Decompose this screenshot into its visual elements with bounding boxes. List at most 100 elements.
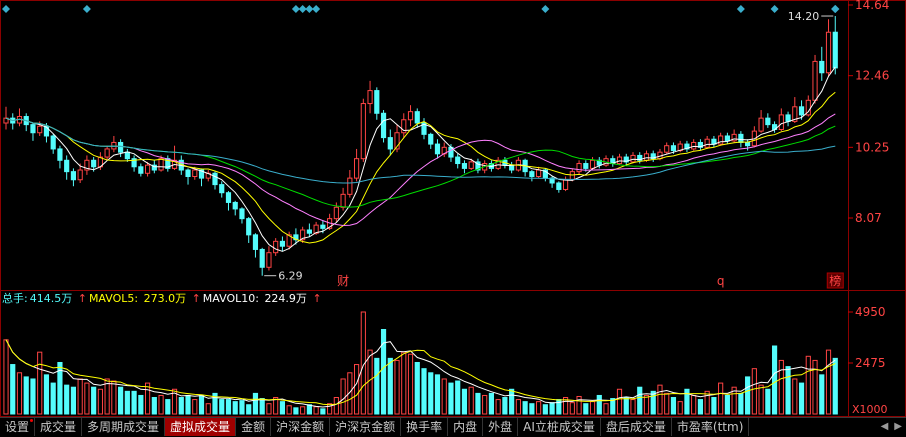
volume-bar bbox=[225, 399, 232, 415]
candle-body bbox=[832, 31, 838, 69]
tab-0[interactable]: 设置 bbox=[0, 418, 36, 436]
candle-body bbox=[185, 169, 191, 178]
diamond-marker-icon bbox=[82, 5, 91, 13]
candle-body bbox=[414, 111, 420, 124]
tab-1[interactable]: 成交量 bbox=[35, 418, 83, 436]
candle-body bbox=[333, 206, 339, 220]
volume-bar bbox=[798, 382, 805, 415]
candle-body bbox=[569, 171, 575, 181]
candle-body bbox=[273, 240, 279, 254]
up-arrow-icon: ↑ bbox=[191, 292, 201, 305]
candle-body bbox=[819, 60, 825, 74]
tab-11[interactable]: 盘后成交量 bbox=[601, 418, 672, 436]
volume-bar bbox=[3, 339, 9, 415]
high-price-label: 14.20 bbox=[788, 10, 820, 23]
volume-bar bbox=[670, 397, 677, 415]
volume-bar bbox=[131, 390, 137, 415]
volume-bar bbox=[778, 359, 784, 415]
tab-scroll-controls: ◀ ▶ bbox=[881, 418, 902, 436]
tab-5[interactable]: 沪深金额 bbox=[271, 418, 331, 436]
volume-bar bbox=[401, 351, 407, 415]
volume-bar bbox=[414, 361, 420, 415]
chart-annotations: 14.20 6.29 财 q 榜 bbox=[264, 10, 844, 289]
tab-2[interactable]: 多周期成交量 bbox=[82, 418, 166, 436]
tab-label: 设置 bbox=[5, 420, 30, 434]
candle-body bbox=[219, 184, 225, 194]
mavol5-line bbox=[5, 339, 836, 408]
scroll-right-icon[interactable]: ▶ bbox=[894, 418, 902, 436]
price-axis: 14.64 12.46 10.25 8.07 4950 2475 X1000 bbox=[848, 0, 889, 416]
volume-bar bbox=[16, 372, 23, 415]
candle-body bbox=[825, 31, 832, 74]
volume-bar bbox=[286, 405, 292, 415]
candle-body bbox=[239, 208, 245, 220]
candle-body bbox=[583, 163, 589, 169]
candle-body bbox=[306, 229, 312, 234]
volume-bar bbox=[596, 394, 602, 415]
tab-3[interactable]: 虚拟成交量 bbox=[165, 418, 237, 436]
volume-bar bbox=[300, 406, 306, 415]
candle-body bbox=[785, 114, 791, 122]
candle-body bbox=[664, 145, 670, 153]
volume-bar bbox=[536, 401, 542, 415]
volume-bar bbox=[165, 399, 171, 415]
tab-label: AI立桩成交量 bbox=[523, 420, 595, 434]
event-marker-bang: 榜 bbox=[829, 273, 841, 288]
volume-tick-label: 4950 bbox=[855, 305, 886, 319]
volume-bar bbox=[455, 380, 461, 415]
price-tick-label: 12.46 bbox=[855, 69, 889, 83]
diamond-marker-icon bbox=[736, 5, 745, 13]
diamond-marker-icon bbox=[831, 5, 840, 13]
candle-body bbox=[738, 133, 744, 143]
candle-body bbox=[374, 90, 380, 114]
volume-bar bbox=[111, 380, 117, 415]
volume-bar bbox=[630, 399, 636, 415]
volume-bar bbox=[91, 386, 97, 415]
event-marker-cai: 财 bbox=[337, 274, 349, 288]
candle-body bbox=[461, 163, 468, 169]
tab-label: 沪深金额 bbox=[276, 420, 325, 434]
volume-bar bbox=[637, 386, 643, 415]
tab-7[interactable]: 换手率 bbox=[401, 418, 449, 436]
tab-6[interactable]: 沪深京金额 bbox=[330, 418, 402, 436]
candle-body bbox=[50, 135, 56, 150]
volume-bar bbox=[219, 399, 225, 415]
candle-body bbox=[812, 60, 818, 101]
volume-bar bbox=[495, 399, 501, 415]
volume-bar bbox=[421, 368, 427, 415]
event-marker-q: q bbox=[717, 274, 725, 288]
candle-body bbox=[798, 106, 805, 116]
volume-bar bbox=[482, 394, 488, 415]
candle-body bbox=[57, 148, 63, 161]
candle-body bbox=[225, 192, 232, 203]
candle-body bbox=[536, 169, 542, 178]
volume-bar bbox=[407, 353, 414, 415]
volume-bar bbox=[792, 378, 798, 415]
candle-body bbox=[144, 164, 151, 174]
scroll-left-icon[interactable]: ◀ bbox=[881, 418, 889, 436]
volume-bar bbox=[576, 395, 582, 415]
tab-9[interactable]: 外盘 bbox=[483, 418, 519, 436]
notification-dot-icon bbox=[30, 419, 34, 422]
volume-bar bbox=[488, 392, 495, 415]
volume-bar bbox=[367, 349, 373, 415]
volume-bar bbox=[252, 392, 259, 415]
tab-10[interactable]: AI立桩成交量 bbox=[518, 418, 601, 436]
total-volume-label: 总手: bbox=[2, 292, 28, 305]
tab-12[interactable]: 市盈率(ttm) bbox=[672, 418, 750, 436]
tab-4[interactable]: 金额 bbox=[236, 418, 272, 436]
diamond-marker-icon bbox=[770, 5, 779, 13]
volume-bar bbox=[279, 401, 286, 415]
tab-8[interactable]: 内盘 bbox=[448, 418, 484, 436]
kline-chart[interactable]: 14.64 12.46 10.25 8.07 4950 2475 X1000 14.20 6.… bbox=[0, 0, 906, 436]
volume-bar bbox=[785, 366, 791, 415]
mavol10-label: MAVOL10: bbox=[202, 292, 259, 305]
candle-body bbox=[266, 252, 272, 268]
candle-body bbox=[77, 169, 83, 181]
volume-bar bbox=[205, 403, 211, 415]
tab-label: 换手率 bbox=[406, 420, 443, 434]
moving-average-lines bbox=[5, 66, 836, 252]
volume-bar bbox=[259, 398, 265, 415]
volume-bar bbox=[70, 386, 77, 415]
volume-bar bbox=[77, 378, 83, 415]
